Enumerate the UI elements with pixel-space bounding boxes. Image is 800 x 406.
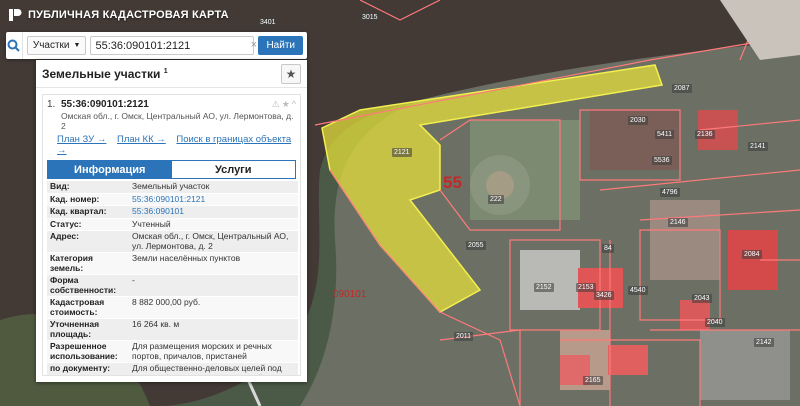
plot-number[interactable]: 2141 [748,142,768,151]
plot-number[interactable]: 2165 [583,376,603,385]
attr-value: Для общественно-деловых целей под здание… [129,362,298,375]
plot-number[interactable]: 3401 [258,18,278,27]
table-row: Кадастровая стоимость: 8 882 000,00 руб. [47,296,298,319]
attr-value: 8 882 000,00 руб. [129,296,298,319]
attr-value: Земли населённых пунктов [129,252,298,275]
plan-kk-link[interactable]: План КК → [117,134,166,145]
find-button[interactable]: Найти [258,36,303,55]
plan-zu-link[interactable]: План ЗУ → [57,134,106,145]
plot-number[interactable]: 2136 [695,130,715,139]
warning-icon[interactable]: ⚠ [272,99,280,110]
plot-number[interactable]: 2142 [754,338,774,347]
result-card: ⚠ ★ ^ 1. 55:36:090101:2121 Омская обл., … [42,94,301,376]
attr-key: Вид: [47,181,129,194]
tab-information[interactable]: Информация [48,161,172,178]
plot-number[interactable]: 2146 [668,218,688,227]
attr-key: Кадастровая стоимость: [47,296,129,319]
plot-number[interactable]: 5536 [652,156,672,165]
star-icon: ★ [285,66,297,81]
attr-value: Учтенный [129,218,298,231]
attr-value: Для размещения морских и речных портов, … [129,340,298,363]
attr-value: Омская обл., г. Омск, Центральный АО, ул… [129,230,298,253]
table-row: Форма собственности: - [47,274,298,297]
table-row: Кад. квартал: 55:36:090101 [47,205,298,219]
table-row: по документу: Для общественно-деловых цел… [47,362,298,375]
result-address: Омская обл., г. Омск, Центральный АО, ул… [61,111,294,131]
plot-number[interactable]: 3015 [360,13,380,22]
plot-number[interactable]: 5411 [655,130,675,139]
plot-number[interactable]: 222 [488,195,504,204]
plot-number[interactable]: 2121 [392,148,412,157]
quarter-label: 090101 [333,289,367,300]
star-icon[interactable]: ★ [282,99,290,110]
search-toggle-button[interactable] [6,32,23,59]
table-row: Кад. номер: 55:36:090101:2121 [47,193,298,206]
result-header: 1. 55:36:090101:2121 Омская обл., г. Омс… [43,95,300,131]
plot-number[interactable]: 2055 [466,241,486,250]
search-type-label: Участки [32,40,70,51]
plot-number[interactable]: 2011 [454,332,474,341]
search-input[interactable] [90,36,255,55]
attr-key: Адрес: [47,230,129,253]
info-tabs: Информация Услуги [47,160,296,179]
attr-value: - [129,274,298,297]
plot-number[interactable]: 2030 [628,116,648,125]
app-title: ПУБЛИЧНАЯ КАДАСТРОВАЯ КАРТА [28,9,229,21]
panel-header: Земельные участки 1 ★ [36,60,307,88]
plot-number[interactable]: 84 [602,244,614,253]
search-icon [7,39,21,52]
table-row: Адрес: Омская обл., г. Омск, Центральный … [47,230,298,253]
result-actions: ⚠ ★ ^ [272,99,296,110]
panel-title: Земельные участки 1 [42,67,168,81]
table-row: Уточненная площадь: 16 264 кв. м [47,318,298,341]
table-row: Категория земель: Земли населённых пункто… [47,252,298,275]
attr-value-link[interactable]: 55:36:090101:2121 [129,193,298,206]
plot-number[interactable]: 3426 [594,291,614,300]
attr-value: Земельный участок [129,181,298,194]
result-cad-number[interactable]: 55:36:090101:2121 [61,99,296,110]
rosreestr-logo-icon[interactable] [8,8,22,22]
panel-title-text: Земельные участки [42,66,161,81]
attr-key: по документу: [47,362,129,375]
plot-number[interactable]: 2152 [534,283,554,292]
results-panel: Земельные участки 1 ★ ⚠ ★ ^ 1. 55:36:090… [36,60,307,382]
clear-search-icon[interactable]: × [251,39,257,51]
plot-number[interactable]: 2043 [692,294,712,303]
district-label: 55 [443,173,462,192]
plot-number[interactable]: 4540 [628,286,648,295]
attr-key: Кад. номер: [47,193,129,206]
table-row: Статус: Учтенный [47,218,298,231]
chevron-down-icon: ▼ [73,42,81,49]
result-index: 1. [47,99,56,110]
app-header: ПУБЛИЧНАЯ КАДАСТРОВАЯ КАРТА [0,0,240,30]
attr-value: 16 264 кв. м [129,318,298,341]
tab-services[interactable]: Услуги [171,161,295,178]
search-type-select[interactable]: Участки ▼ [26,36,87,55]
plot-number[interactable]: 2087 [672,84,692,93]
table-row: Разрешенное использование: Для размещения… [47,340,298,363]
plot-number[interactable]: 2040 [705,318,725,327]
attr-value-link[interactable]: 55:36:090101 [129,205,298,219]
attr-key: Кад. квартал: [47,205,129,219]
table-row: Вид: Земельный участок [47,181,298,194]
results-count: 1 [163,67,168,75]
attr-key: Статус: [47,218,129,231]
attributes-table: Вид: Земельный участок Кад. номер: 55:36:0… [47,181,298,375]
attr-key: Уточненная площадь: [47,318,129,341]
collapse-icon[interactable]: ^ [292,99,296,110]
plot-number[interactable]: 4796 [660,188,680,197]
favorites-button[interactable]: ★ [281,63,301,84]
attr-key: Категория земель: [47,252,129,275]
attr-key: Разрешенное использование: [47,340,129,363]
plot-number[interactable]: 2084 [742,250,762,259]
attr-key: Форма собственности: [47,274,129,297]
search-bar: Участки ▼ × Найти [6,32,307,59]
result-links: План ЗУ → План КК → Поиск в границах объ… [43,131,300,156]
plot-number[interactable]: 2153 [576,283,596,292]
